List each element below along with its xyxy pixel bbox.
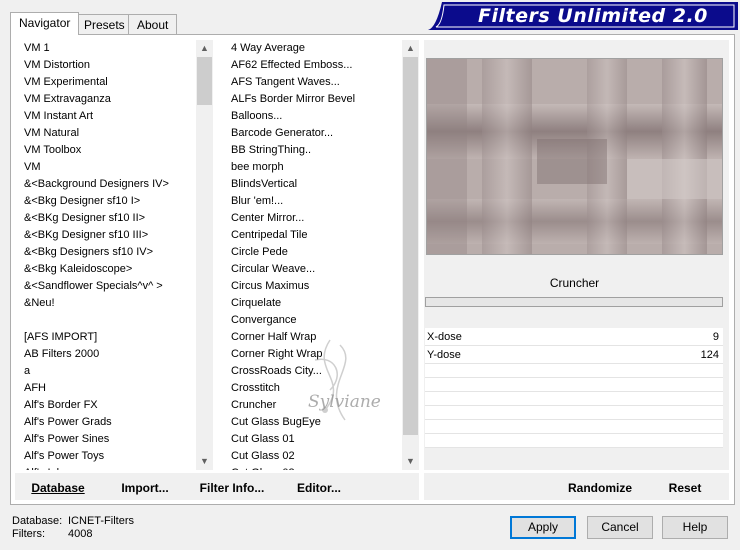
category-list-item[interactable]: &<Bkg Designers sf10 IV> [22,244,196,261]
filter-list-item[interactable]: ALFs Border Mirror Bevel [229,91,402,108]
filter-list-item[interactable]: CrossRoads City... [229,363,402,380]
tab-navigator[interactable]: Navigator [10,12,80,35]
help-button[interactable]: Help [662,516,728,539]
filter-list-item[interactable]: 4 Way Average [229,40,402,57]
filter-scrollbar[interactable]: ▲ ▼ [402,40,419,470]
filter-list-item[interactable]: Cut Glass 03 [229,465,402,470]
category-list-item[interactable]: AB Filters 2000 [22,346,196,363]
category-list-item[interactable]: &<Bkg Designer sf10 I> [22,193,196,210]
param-slot-empty [425,392,723,406]
category-list-item[interactable]: Alf's Power Grads [22,414,196,431]
filter-list-item[interactable]: Cut Glass 02 [229,448,402,465]
category-list-item[interactable]: &<BKg Designer sf10 III> [22,227,196,244]
scroll-down-icon[interactable]: ▼ [402,453,419,470]
category-list-item[interactable]: Alf's Power Toys [22,448,196,465]
parameter-list: X-dose 9 Y-dose 124 [425,328,723,448]
preview-texture [427,59,722,254]
category-list-item[interactable]: &<Background Designers IV> [22,176,196,193]
database-button[interactable]: Database [22,477,94,499]
scroll-up-icon[interactable]: ▲ [196,40,213,57]
category-list-item[interactable]: VM 1 [22,40,196,57]
param-slot-empty [425,378,723,392]
category-list-item[interactable]: VM Instant Art [22,108,196,125]
filter-list-item[interactable]: Blur 'em!... [229,193,402,210]
scroll-thumb[interactable] [197,57,212,105]
category-list-item[interactable]: [AFS IMPORT] [22,329,196,346]
scroll-down-icon[interactable]: ▼ [196,453,213,470]
scroll-thumb[interactable] [403,57,418,435]
filter-list-item[interactable]: Center Mirror... [229,210,402,227]
param-value[interactable]: 9 [713,328,719,346]
reset-button[interactable]: Reset [660,477,710,499]
editor-button[interactable]: Editor... [290,477,348,499]
database-value: ICNET-Filters [68,515,134,527]
param-slot-empty [425,406,723,420]
category-list-item[interactable]: VM Distortion [22,57,196,74]
watermark-text: Sylviane [308,392,381,412]
filter-name-display: Cruncher [425,272,724,294]
filter-list-item[interactable]: Cut Glass 01 [229,431,402,448]
preview-panel: Cruncher X-dose 9 Y-dose 124 [424,40,729,470]
tab-presets[interactable]: Presets [75,14,134,34]
category-list-item[interactable] [22,312,196,329]
filter-list-item[interactable]: Circular Weave... [229,261,402,278]
scroll-up-icon[interactable]: ▲ [402,40,419,57]
filter-list-item[interactable]: Balloons... [229,108,402,125]
filter-list-item[interactable]: Circle Pede [229,244,402,261]
progress-bar [425,297,723,307]
app-title: Filters Unlimited 2.0 [478,5,708,27]
param-label: Y-dose [427,349,461,361]
category-list[interactable]: VM 1 VM Distortion VM Experimental VM Extra… [22,40,213,470]
import-button[interactable]: Import... [113,477,177,499]
filter-list-item[interactable]: BB StringThing.. [229,142,402,159]
filters-count-label: Filters: [12,528,45,540]
category-list-item[interactable]: VM [22,159,196,176]
tab-about[interactable]: About [128,14,178,34]
param-y-dose[interactable]: Y-dose 124 [425,346,723,364]
database-label: Database: [12,515,63,527]
filter-list-item[interactable]: BlindsVertical [229,176,402,193]
filter-list-item[interactable]: AF62 Effected Emboss... [229,57,402,74]
param-slot-empty [425,364,723,378]
param-value[interactable]: 124 [701,346,719,364]
filter-list-item[interactable]: Corner Right Wrap [229,346,402,363]
filter-list-item[interactable]: bee morph [229,159,402,176]
category-list-item[interactable]: &<Sandflower Specials^v^ > [22,278,196,295]
filter-list-item[interactable]: Centripedal Tile [229,227,402,244]
randomize-button[interactable]: Randomize [558,477,642,499]
category-list-item[interactable]: VM Extravaganza [22,91,196,108]
cancel-button[interactable]: Cancel [587,516,653,539]
category-list-item[interactable]: AFH [22,380,196,397]
category-list-item[interactable]: &<BKg Designer sf10 II> [22,210,196,227]
param-slot-empty [425,420,723,434]
category-list-item[interactable]: Alf's Ink [22,465,196,470]
filters-count-value: 4008 [68,528,93,540]
filter-info-button[interactable]: Filter Info... [195,477,269,499]
filter-list-item[interactable]: Cirquelate [229,295,402,312]
apply-button[interactable]: Apply [510,516,576,539]
filter-list-item[interactable]: Convergance [229,312,402,329]
preview-image [426,58,723,255]
category-list-item[interactable]: &Neu! [22,295,196,312]
category-list-item[interactable]: Alf's Power Sines [22,431,196,448]
filter-list-item[interactable]: AFS Tangent Waves... [229,74,402,91]
category-list-item[interactable]: VM Toolbox [22,142,196,159]
database-info: Database: ICNET-Filters Filters: 4008 [12,515,134,541]
app-banner: Filters Unlimited 2.0 [428,2,738,30]
param-label: X-dose [427,331,462,343]
category-scrollbar[interactable]: ▲ ▼ [196,40,213,470]
category-list-item[interactable]: VM Natural [22,125,196,142]
filter-list-item[interactable]: Barcode Generator... [229,125,402,142]
filter-list-item[interactable]: Circus Maximus [229,278,402,295]
param-x-dose[interactable]: X-dose 9 [425,328,723,346]
category-list-item[interactable]: Alf's Border FX [22,397,196,414]
filter-list-item[interactable]: Corner Half Wrap [229,329,402,346]
param-slot-empty [425,434,723,448]
category-list-item[interactable]: a [22,363,196,380]
filter-list-item[interactable]: Cut Glass BugEye [229,414,402,431]
category-list-item[interactable]: VM Experimental [22,74,196,91]
category-list-item[interactable]: &<Bkg Kaleidoscope> [22,261,196,278]
